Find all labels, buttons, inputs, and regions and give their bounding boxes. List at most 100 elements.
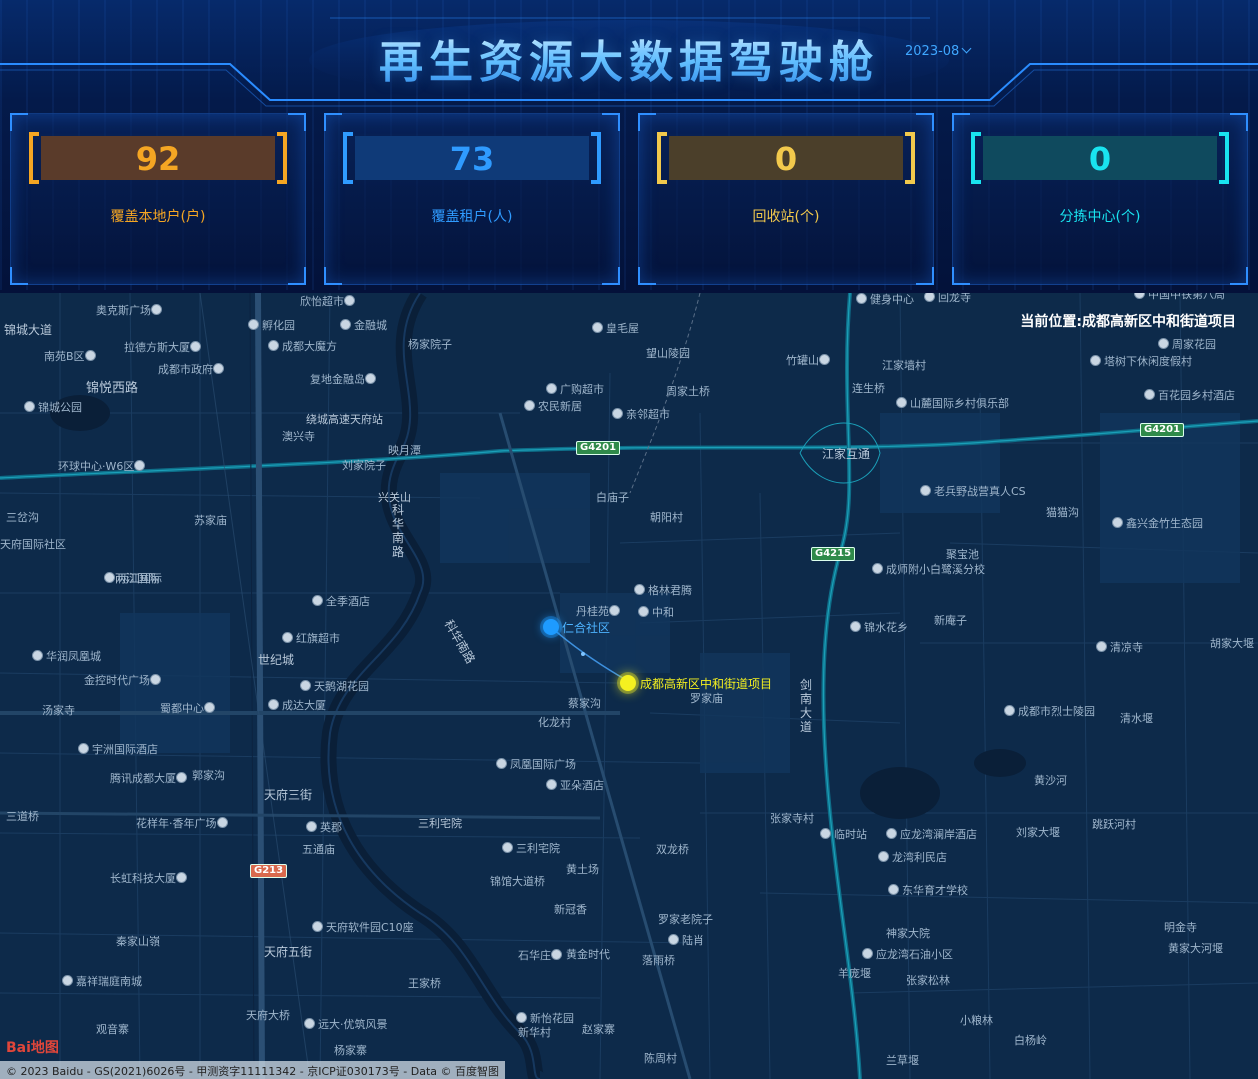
poi[interactable]: 亲邻超市 <box>612 408 670 421</box>
poi[interactable]: 映月潭 <box>388 445 421 457</box>
poi[interactable]: 观音寨 <box>96 1024 129 1036</box>
poi[interactable]: 杨家院子 <box>408 339 452 351</box>
poi[interactable]: 刘家院子 <box>342 460 386 472</box>
poi[interactable]: 英郡 <box>306 821 342 834</box>
poi[interactable]: 三岔沟 <box>6 512 39 524</box>
poi[interactable]: 孵化园 <box>248 319 295 332</box>
poi[interactable]: 丹桂苑 <box>576 605 623 618</box>
poi[interactable]: 朝阳村 <box>650 512 683 524</box>
poi[interactable]: 天府国际社区 <box>0 539 66 551</box>
poi[interactable]: 明金寺 <box>1164 922 1197 934</box>
poi[interactable]: 周家土桥 <box>666 386 710 398</box>
poi[interactable]: 汤家寺 <box>42 705 75 717</box>
poi[interactable]: 黄土场 <box>566 864 599 876</box>
poi[interactable]: 宇洲国际酒店 <box>78 743 158 756</box>
poi[interactable]: 农民新居 <box>524 400 582 413</box>
poi[interactable]: 澳兴寺 <box>282 431 315 443</box>
poi[interactable]: 江家墙村 <box>882 360 926 372</box>
poi[interactable]: 跳跃河村 <box>1092 819 1136 831</box>
poi[interactable]: 嘉祥瑞庭南城 <box>62 975 142 988</box>
poi[interactable]: 全季酒店 <box>312 595 370 608</box>
poi[interactable]: 成师附小白鹭溪分校 <box>872 563 985 576</box>
poi[interactable]: 周家花园 <box>1158 338 1216 351</box>
poi[interactable]: 锦水花乡 <box>850 621 908 634</box>
poi[interactable]: 王家桥 <box>408 978 441 990</box>
poi[interactable]: 两江国际 <box>104 572 162 585</box>
poi[interactable]: 中和 <box>638 606 674 619</box>
poi[interactable]: 回龙寺 <box>924 293 971 304</box>
poi[interactable]: 成达大厦 <box>268 699 326 712</box>
poi[interactable]: 小粮林 <box>960 1015 993 1027</box>
poi[interactable]: 神家大院 <box>886 928 930 940</box>
poi[interactable]: 环球中心·W6区 <box>58 460 148 473</box>
poi[interactable]: 张家寺村 <box>770 813 814 825</box>
poi[interactable]: 腾讯成都大厦 <box>110 772 190 785</box>
poi[interactable]: 欣怡超市 <box>300 295 358 308</box>
project-marker-label[interactable]: 成都高新区中和街道项目 <box>640 675 772 692</box>
project-marker-icon[interactable] <box>620 675 636 691</box>
poi[interactable]: 白庙子 <box>596 492 629 504</box>
map-view[interactable]: G4201 G4201 G4215 G213 锦悦西路 科华南路 科华南路 江家… <box>0 293 1258 1079</box>
poi[interactable]: 陆肖 <box>668 934 704 947</box>
poi[interactable]: 应龙湾石油小区 <box>862 948 953 961</box>
poi[interactable]: 聚宝池 <box>946 549 979 561</box>
poi[interactable]: 黄金时代 <box>566 949 610 961</box>
poi[interactable]: 白杨岭 <box>1014 1035 1047 1047</box>
poi[interactable]: 临时站 <box>820 828 867 841</box>
poi[interactable]: 竹罐山 <box>786 354 833 367</box>
baidu-map-logo[interactable]: Bai地图 <box>6 1037 59 1057</box>
poi[interactable]: 罗家老院子 <box>658 914 713 926</box>
poi[interactable]: 赵家寨 <box>582 1024 615 1036</box>
community-marker-label[interactable]: 仁合社区 <box>562 619 610 636</box>
poi[interactable]: 兰草堰 <box>886 1055 919 1067</box>
poi[interactable]: 蜀都中心 <box>160 702 218 715</box>
poi[interactable]: 新怡花园 <box>516 1012 574 1025</box>
poi[interactable]: 长虹科技大厦 <box>110 872 190 885</box>
poi[interactable]: 张家松林 <box>906 975 950 987</box>
poi[interactable]: 皇毛屋 <box>592 322 639 335</box>
poi[interactable]: 锦城公园 <box>24 401 82 414</box>
poi[interactable]: 清水堰 <box>1120 713 1153 725</box>
poi[interactable]: 杨家寨 <box>334 1045 367 1057</box>
poi[interactable]: 黄家大河堰 <box>1168 943 1223 955</box>
poi[interactable]: 中国中铁第八局 <box>1134 293 1225 301</box>
poi[interactable]: 天府大桥 <box>246 1010 290 1022</box>
poi[interactable]: 金控时代广场 <box>84 674 164 687</box>
poi[interactable]: 老兵野战营真人CS <box>920 485 1026 498</box>
poi[interactable]: 新庵子 <box>934 615 967 627</box>
poi[interactable]: 三道桥 <box>6 811 39 823</box>
poi[interactable]: 凤凰国际广场 <box>496 758 576 771</box>
poi[interactable]: 复地金融岛 <box>310 373 379 386</box>
poi[interactable]: 天鹅湖花园 <box>300 680 369 693</box>
poi[interactable]: 猫猫沟 <box>1046 507 1079 519</box>
poi[interactable]: 拉德方斯大厦 <box>124 341 204 354</box>
poi[interactable]: 广购超市 <box>546 383 604 396</box>
poi[interactable]: 金融城 <box>340 319 387 332</box>
poi[interactable]: 花样年·香年广场 <box>136 817 231 830</box>
poi[interactable]: 三利宅院 <box>502 842 560 855</box>
poi[interactable]: 龙湾利民店 <box>878 851 947 864</box>
poi[interactable]: 红旗超市 <box>282 632 340 645</box>
poi[interactable]: 落雨桥 <box>642 955 675 967</box>
poi[interactable]: 望山陵园 <box>646 348 690 360</box>
poi[interactable]: 南苑B区 <box>44 350 99 363</box>
poi[interactable]: 蔡家沟 <box>568 698 601 710</box>
poi[interactable]: 健身中心 <box>856 293 914 306</box>
poi[interactable]: 新冠香 <box>554 904 587 916</box>
poi[interactable]: 刘家大堰 <box>1016 827 1060 839</box>
poi[interactable]: 羊庞堰 <box>838 968 871 980</box>
poi[interactable]: 百花园乡村酒店 <box>1144 389 1235 402</box>
poi[interactable]: 远大·优筑风景 <box>304 1018 388 1031</box>
poi[interactable]: 郭家沟 <box>192 770 225 782</box>
poi[interactable]: 新华村 <box>518 1027 551 1039</box>
poi[interactable]: 天府软件园C10座 <box>312 921 414 934</box>
poi[interactable]: 应龙湾澜岸酒店 <box>886 828 977 841</box>
poi[interactable]: 罗家庙 <box>690 693 723 705</box>
poi[interactable]: 清凉寺 <box>1096 641 1143 654</box>
poi[interactable]: 苏家庙 <box>194 515 227 527</box>
poi[interactable]: 黄沙河 <box>1034 775 1067 787</box>
poi[interactable]: 奥克斯广场 <box>96 304 165 317</box>
month-selector[interactable]: 2023-08 <box>905 43 972 59</box>
poi[interactable]: 五通庙 <box>302 844 335 856</box>
poi[interactable]: 锦馆大道桥 <box>490 876 545 888</box>
